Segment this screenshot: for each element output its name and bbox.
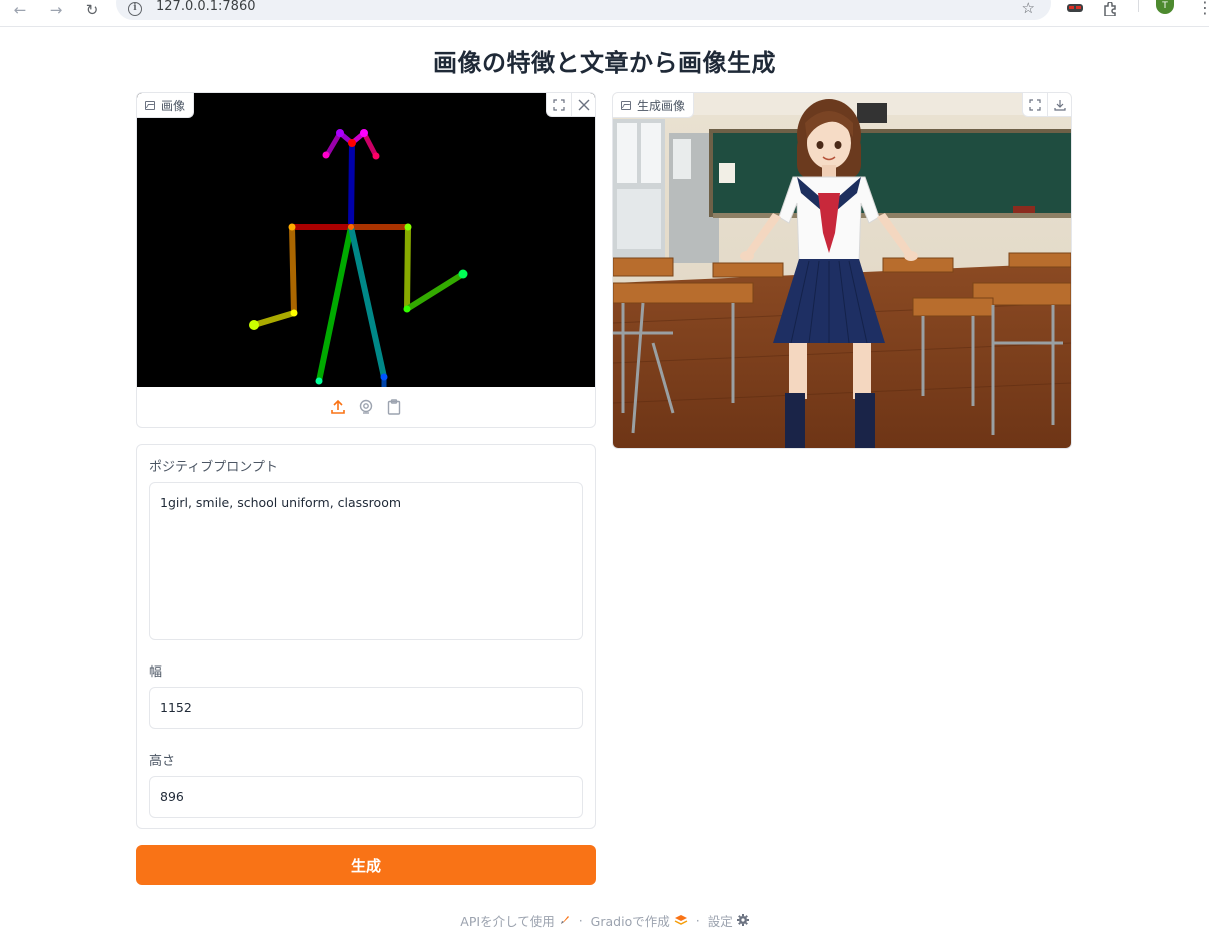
- input-image-tools: [546, 93, 595, 117]
- height-label: 高さ: [149, 754, 176, 769]
- gear-icon: [736, 914, 749, 929]
- gradio-logo-icon: [674, 914, 688, 929]
- output-image-label-text: 生成画像: [637, 98, 686, 113]
- extension-icon[interactable]: [1066, 2, 1084, 18]
- download-icon[interactable]: [1047, 93, 1071, 116]
- settings-link-text: 設定: [707, 914, 733, 929]
- gradio-link[interactable]: Gradioで作成: [591, 911, 688, 930]
- output-image-tools: [1022, 93, 1071, 117]
- height-input[interactable]: 896: [149, 776, 583, 818]
- input-image-label-text: 画像: [161, 98, 186, 113]
- browser-toolbar: ← → ↻ i 127.0.0.1:7860 ☆ T ⋮: [0, 0, 1209, 27]
- toolbar-divider: [1138, 0, 1139, 12]
- settings-link[interactable]: 設定: [708, 911, 749, 930]
- fullscreen-icon[interactable]: [547, 93, 571, 116]
- width-label: 幅: [149, 665, 163, 680]
- bookmark-star-icon[interactable]: ☆: [1022, 0, 1035, 17]
- menu-kebab-icon[interactable]: ⋮: [1197, 0, 1209, 17]
- clipboard-icon[interactable]: [385, 398, 403, 416]
- profile-avatar[interactable]: T: [1156, 0, 1174, 14]
- api-link-text: APIを介して使用: [460, 914, 555, 929]
- address-bar[interactable]: i 127.0.0.1:7860 ☆: [116, 0, 1051, 20]
- footer: APIを介して使用 · Gradioで作成 · 設定: [0, 911, 1209, 930]
- api-link[interactable]: APIを介して使用: [460, 911, 570, 930]
- footer-separator: ·: [695, 913, 700, 928]
- image-source-bar: [137, 387, 595, 427]
- image-icon: [145, 100, 155, 110]
- input-form: ポジティブプロンプト 1girl, smile, school uniform,…: [136, 444, 596, 829]
- fullscreen-icon[interactable]: [1023, 93, 1047, 116]
- url-text: 127.0.0.1:7860: [156, 0, 256, 14]
- input-image-panel[interactable]: 画像: [136, 92, 596, 428]
- pose-skeleton-image: [137, 93, 595, 387]
- width-input[interactable]: 1152: [149, 687, 583, 729]
- page-title: 画像の特徴と文章から画像生成: [433, 49, 776, 77]
- upload-icon[interactable]: [329, 398, 347, 416]
- generated-classroom-image: [613, 93, 1071, 448]
- prompt-label: ポジティブプロンプト: [149, 460, 278, 475]
- gradio-link-text: Gradioで作成: [590, 914, 670, 929]
- forward-icon[interactable]: →: [46, 2, 66, 22]
- footer-separator: ·: [578, 913, 583, 928]
- output-image-label: 生成画像: [613, 93, 695, 118]
- reload-icon[interactable]: ↻: [82, 2, 102, 22]
- webcam-icon[interactable]: [357, 398, 375, 416]
- prompt-textarea[interactable]: 1girl, smile, school uniform, classroom: [149, 482, 583, 640]
- extensions-puzzle-icon[interactable]: [1102, 1, 1118, 20]
- generate-button[interactable]: 生成: [136, 845, 596, 885]
- close-icon[interactable]: [571, 93, 595, 116]
- site-info-icon[interactable]: i: [128, 2, 142, 16]
- image-icon: [621, 100, 631, 110]
- back-icon[interactable]: ←: [10, 2, 30, 22]
- input-image-label: 画像: [137, 93, 195, 118]
- output-image-panel: 生成画像: [612, 92, 1072, 449]
- rocket-icon: [559, 914, 571, 929]
